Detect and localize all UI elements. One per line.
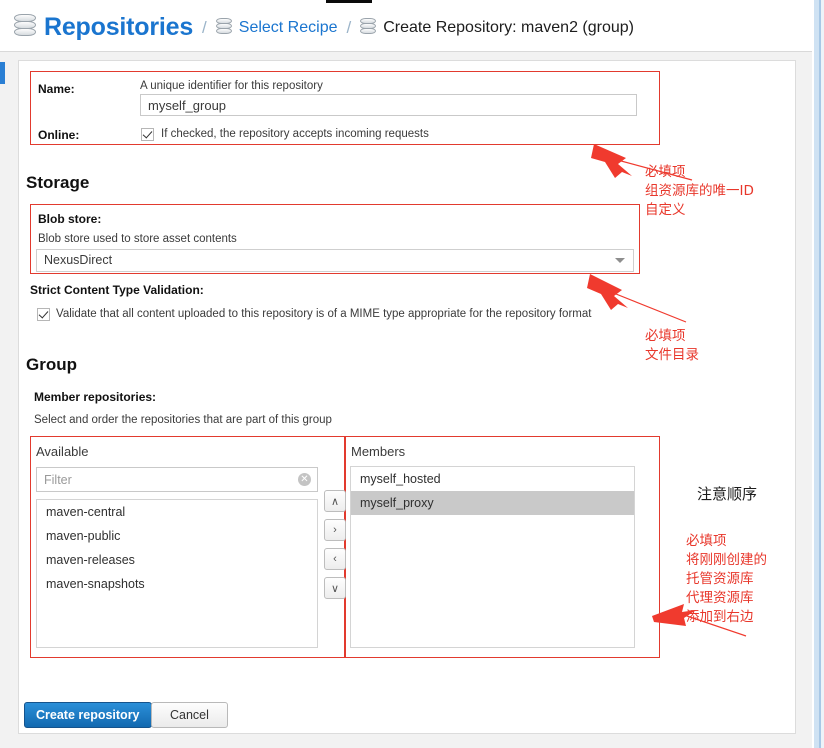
annotation-text-4: 必填项 将刚刚创建的 托管资源库 代理资源库 添加到右边: [686, 533, 767, 625]
strict-validation-checkbox[interactable]: [37, 308, 50, 321]
group-heading: Group: [26, 355, 77, 374]
list-item[interactable]: maven-central: [37, 500, 317, 524]
available-pane-title: Available: [36, 444, 89, 459]
annotation-text-1: 必填项 组资源库的唯一ID 自定义: [645, 164, 754, 218]
clear-filter-icon[interactable]: ✕: [298, 473, 311, 486]
storage-heading: Storage: [26, 173, 90, 192]
chevron-left-icon: ‹: [333, 553, 337, 565]
members-list[interactable]: myself_hosted myself_proxy: [350, 466, 635, 648]
breadcrumb-separator-1: /: [202, 17, 207, 37]
cancel-button[interactable]: Cancel: [151, 702, 228, 728]
chevron-down-icon: [615, 258, 625, 263]
page-scrollbar[interactable]: [812, 0, 824, 748]
available-filter-input[interactable]: [36, 467, 318, 492]
online-label: Online:: [38, 128, 80, 142]
list-item[interactable]: myself_hosted: [351, 467, 634, 491]
select-recipe-database-icon: [215, 17, 232, 38]
breadcrumb-select-recipe[interactable]: Select Recipe: [239, 19, 338, 37]
move-up-button[interactable]: ∧: [324, 490, 346, 512]
chevron-right-icon: ›: [333, 524, 337, 536]
breadcrumb-separator-2: /: [346, 17, 352, 37]
move-down-button[interactable]: ∨: [324, 577, 346, 599]
strict-validation-description: Validate that all content uploaded to th…: [56, 308, 592, 320]
blob-store-select[interactable]: NexusDirect: [36, 249, 634, 272]
annotation-text-2: 必填项 文件目录: [645, 328, 699, 363]
add-to-members-button[interactable]: ›: [324, 519, 346, 541]
member-repositories-description: Select and order the repositories that a…: [34, 414, 332, 426]
create-repository-button[interactable]: Create repository: [24, 702, 152, 728]
online-checkbox[interactable]: [141, 128, 154, 141]
remove-from-members-button[interactable]: ‹: [324, 548, 346, 570]
page-header: Repositories / Select Recipe / Create Re…: [0, 3, 812, 51]
screen-root: Repositories / Select Recipe / Create Re…: [0, 0, 824, 748]
chevron-up-icon: ∧: [330, 495, 340, 508]
online-description: If checked, the repository accepts incom…: [161, 128, 429, 140]
list-item[interactable]: maven-public: [37, 524, 317, 548]
strict-validation-label: Strict Content Type Validation:: [30, 283, 204, 297]
name-input[interactable]: [140, 94, 637, 116]
list-item[interactable]: maven-releases: [37, 548, 317, 572]
name-label: Name:: [38, 82, 75, 96]
left-accent-bar: [0, 62, 5, 84]
blob-store-label: Blob store:: [38, 212, 102, 226]
annotation-text-3: 注意顺序: [697, 485, 758, 503]
breadcrumb-current: Create Repository: maven2 (group): [383, 18, 634, 36]
chevron-down-icon: ∨: [330, 582, 340, 595]
name-description: A unique identifier for this repository: [140, 80, 323, 92]
repositories-database-icon: [14, 14, 36, 41]
blob-store-selected-value: NexusDirect: [44, 253, 113, 267]
member-repositories-label: Member repositories:: [34, 390, 157, 404]
available-list[interactable]: maven-central maven-public maven-release…: [36, 499, 318, 648]
page-title[interactable]: Repositories: [44, 13, 193, 42]
breadcrumb: Repositories / Select Recipe / Create Re…: [14, 13, 634, 42]
list-item[interactable]: maven-snapshots: [37, 572, 317, 596]
list-item[interactable]: myself_proxy: [351, 491, 634, 515]
create-repository-database-icon: [360, 17, 377, 38]
members-pane-title: Members: [351, 444, 406, 459]
blob-store-description: Blob store used to store asset contents: [38, 233, 237, 245]
